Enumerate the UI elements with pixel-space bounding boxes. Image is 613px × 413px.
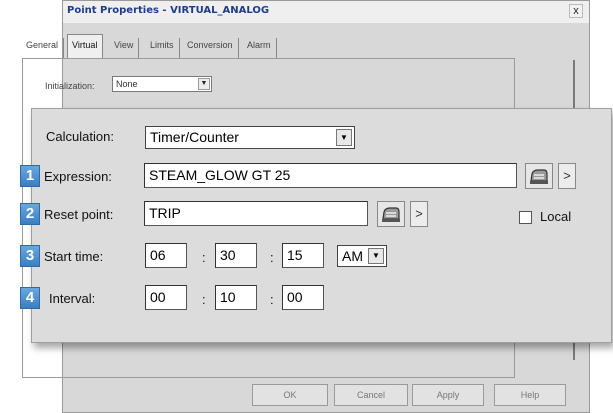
start-time-label: Start time:: [44, 249, 104, 264]
tab-virtual[interactable]: Virtual: [67, 34, 104, 58]
step-badge-3: 3: [20, 245, 40, 267]
step-badge-2: 2: [20, 203, 40, 225]
dialog-title: Point Properties - VIRTUAL_ANALOG: [67, 5, 270, 16]
tab-conversion[interactable]: Conversion: [183, 38, 239, 58]
expression-field[interactable]: STEAM_GLOW GT 25: [144, 163, 517, 188]
apply-button[interactable]: Apply: [412, 384, 484, 406]
start-minutes-field[interactable]: 30: [215, 243, 257, 268]
help-button[interactable]: Help: [494, 384, 566, 406]
close-icon[interactable]: x: [569, 4, 583, 18]
tag-browse-button[interactable]: [525, 163, 553, 189]
step-badge-4: 4: [20, 287, 40, 309]
start-hours-field[interactable]: 06: [145, 243, 187, 268]
tag-browse-button[interactable]: [377, 201, 405, 227]
tag-browser-icon: [382, 207, 400, 222]
start-seconds-field[interactable]: 15: [282, 243, 324, 268]
tab-general[interactable]: General: [22, 38, 65, 58]
reset-point-label: Reset point:: [44, 207, 114, 222]
reset-point-arrow-button[interactable]: >: [410, 201, 428, 227]
tab-alarm[interactable]: Alarm: [243, 38, 277, 58]
tag-browser-icon: [530, 169, 548, 184]
local-checkbox[interactable]: [519, 211, 532, 224]
timer-counter-panel: Calculation: Timer/Counter ▼ 1 Expressio…: [20, 108, 612, 343]
calculation-label: Calculation:: [46, 129, 114, 144]
local-label: Local: [540, 209, 572, 224]
interval-label: Interval:: [49, 291, 96, 306]
initialization-label: Initialization:: [45, 81, 95, 91]
chevron-down-icon[interactable]: ▼: [368, 248, 384, 264]
ok-button[interactable]: OK: [252, 384, 328, 406]
calculation-value: Timer/Counter: [150, 129, 239, 145]
time-separator: :: [270, 250, 274, 265]
tab-view[interactable]: View: [110, 38, 140, 58]
expression-arrow-button[interactable]: >: [558, 163, 576, 189]
initialization-select[interactable]: None ▼: [112, 76, 212, 92]
am-pm-value: AM: [342, 248, 363, 264]
time-separator: :: [202, 292, 206, 307]
tab-limits[interactable]: Limits: [146, 38, 180, 58]
interval-seconds-field[interactable]: 00: [282, 285, 324, 310]
dialog-title-bar: Point Properties - VIRTUAL_ANALOG x: [63, 1, 589, 23]
time-separator: :: [270, 292, 274, 307]
chevron-down-icon[interactable]: ▼: [336, 129, 352, 146]
calculation-select[interactable]: Timer/Counter ▼: [145, 126, 355, 149]
chevron-down-icon[interactable]: ▼: [198, 78, 210, 90]
expression-label: Expression:: [44, 169, 112, 184]
interval-minutes-field[interactable]: 10: [215, 285, 257, 310]
initialization-value: None: [116, 79, 138, 89]
reset-point-field[interactable]: TRIP: [144, 201, 368, 226]
interval-hours-field[interactable]: 00: [145, 285, 187, 310]
time-separator: :: [202, 250, 206, 265]
step-badge-1: 1: [20, 165, 40, 187]
cancel-button[interactable]: Cancel: [334, 384, 408, 406]
am-pm-select[interactable]: AM ▼: [337, 245, 387, 267]
